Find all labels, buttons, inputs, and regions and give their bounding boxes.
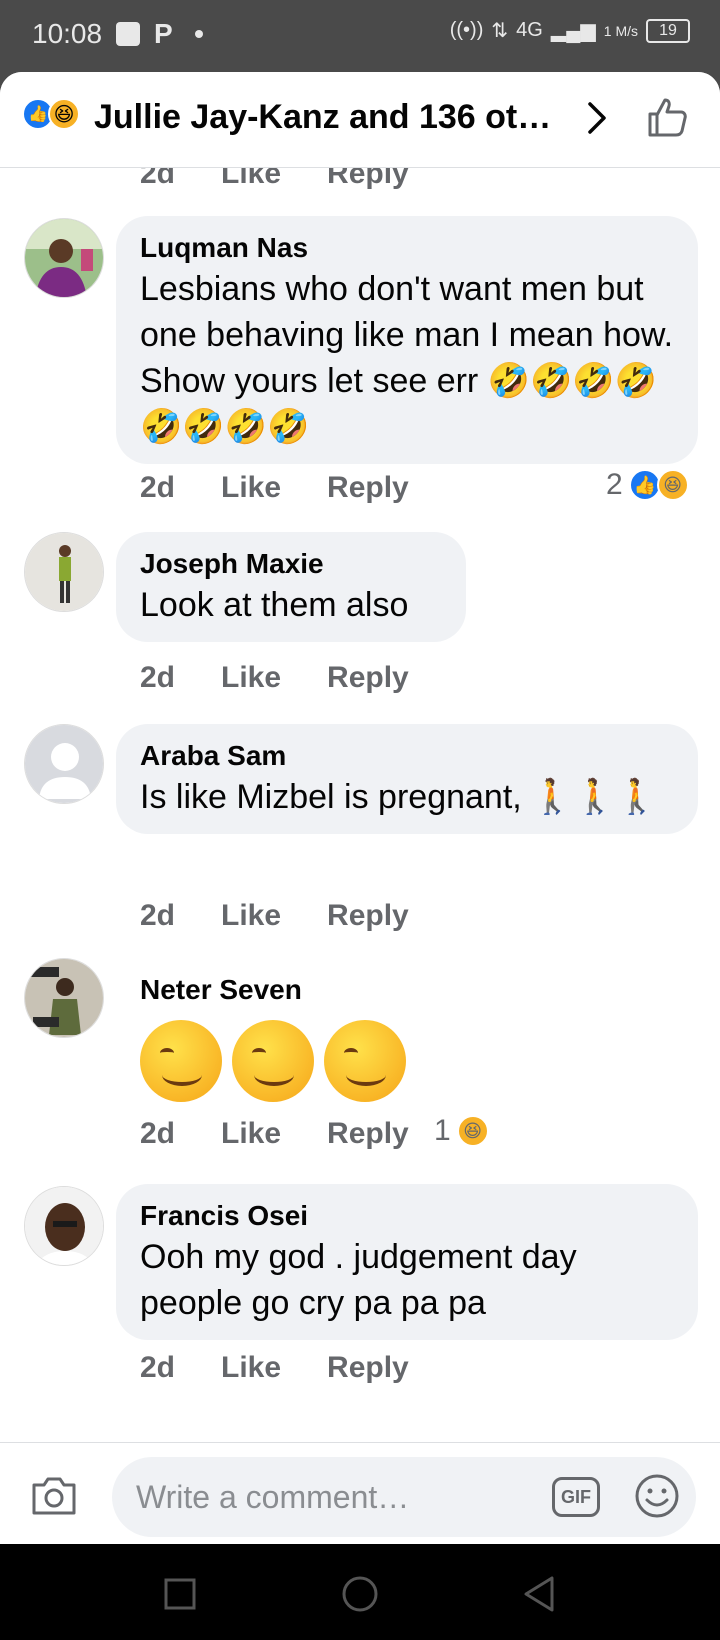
- comment-time: 2d: [140, 1117, 176, 1150]
- battery-icon: 19: [646, 18, 690, 43]
- like-link[interactable]: Like: [221, 471, 281, 505]
- like-link[interactable]: Like: [221, 168, 281, 191]
- reply-link[interactable]: Reply: [327, 471, 409, 505]
- haha-reaction-icon: 😆: [456, 1115, 489, 1147]
- status-notification-icons: P: [116, 18, 203, 49]
- chevron-right-icon[interactable]: [584, 98, 610, 138]
- comments-sheet: 👍 😆 Jullie Jay-Kanz and 136 ot… 2d Like …: [0, 72, 720, 1544]
- reply-link[interactable]: Reply: [327, 168, 409, 191]
- comment-bubble[interactable]: Joseph Maxie Look at them also: [116, 532, 466, 642]
- status-indicators: ((•)) ⇅ 4G ▂▄▆ 1 M/s 19: [450, 18, 690, 43]
- reply-link[interactable]: Reply: [327, 661, 409, 695]
- comment-time: 2d: [140, 471, 176, 504]
- yum-face-icon: [324, 1020, 406, 1102]
- commenter-name[interactable]: Araba Sam: [140, 738, 674, 774]
- comment-meta: 2d Like Reply: [140, 1114, 455, 1154]
- avatar[interactable]: [24, 218, 104, 298]
- reply-link[interactable]: Reply: [327, 899, 409, 933]
- parking-icon: P: [154, 18, 173, 49]
- yum-face-icon: [140, 1020, 222, 1102]
- comment-list[interactable]: 2d Like Reply Luqman Nas Lesbians who do…: [0, 168, 720, 1442]
- reaction-summary[interactable]: 1 😆: [434, 1114, 489, 1148]
- signal-icon: ▂▄▆: [550, 20, 596, 42]
- comment-time: 2d: [140, 1351, 176, 1384]
- reactions-header[interactable]: 👍 😆 Jullie Jay-Kanz and 136 ot…: [0, 72, 720, 168]
- commenter-name[interactable]: Luqman Nas: [140, 230, 674, 266]
- comment-bubble[interactable]: Araba Sam Is like Mizbel is pregnant, 🚶🚶…: [116, 724, 698, 834]
- comment-bubble[interactable]: Luqman Nas Lesbians who don't want men b…: [116, 216, 698, 464]
- hotspot-icon: ((•)): [449, 19, 484, 41]
- comment-bubble[interactable]: Neter Seven: [116, 958, 516, 1116]
- reply-link[interactable]: Reply: [327, 1117, 409, 1151]
- commenter-name[interactable]: Neter Seven: [140, 972, 492, 1008]
- comment-text: Look at them also: [140, 586, 409, 624]
- comment-meta: 2d Like Reply: [140, 658, 455, 698]
- comment-text: Is like Mizbel is pregnant, 🚶🚶🚶: [140, 778, 659, 816]
- emoji-only-comment: [140, 1020, 492, 1102]
- reaction-summary[interactable]: 2 👍 😆: [606, 468, 689, 502]
- like-link[interactable]: Like: [221, 661, 281, 695]
- data-transfer-icon: ⇅: [491, 20, 509, 42]
- reactors-summary[interactable]: Jullie Jay-Kanz and 136 ot…: [94, 98, 574, 137]
- avatar[interactable]: [24, 1186, 104, 1266]
- reaction-count: 2: [606, 468, 623, 501]
- comment-meta: 2d Like Reply: [140, 468, 455, 508]
- like-reaction-icon: 👍: [628, 469, 661, 501]
- comment-text: Ooh my god . judgement day people go cry…: [140, 1238, 577, 1322]
- reaction-count: 1: [434, 1114, 451, 1147]
- comment-input[interactable]: [136, 1475, 516, 1519]
- more-dot-icon: [194, 30, 203, 38]
- comment-meta: 2d Like Reply: [140, 168, 455, 194]
- comment-time: 2d: [140, 168, 176, 190]
- comment-bubble[interactable]: Francis Osei Ooh my god . judgement day …: [116, 1184, 698, 1340]
- haha-reaction-icon: 😆: [656, 469, 689, 501]
- like-link[interactable]: Like: [221, 1351, 281, 1385]
- comment-composer: GIF: [0, 1442, 720, 1544]
- battery-level: 19: [659, 21, 677, 39]
- like-link[interactable]: Like: [221, 1117, 281, 1151]
- avatar[interactable]: [24, 958, 104, 1038]
- avatar[interactable]: [24, 724, 104, 804]
- network-type: 4G: [516, 19, 543, 41]
- network-speed: 1 M/s: [603, 22, 638, 39]
- like-link[interactable]: Like: [221, 899, 281, 933]
- reply-link[interactable]: Reply: [327, 1351, 409, 1385]
- comment-text: Lesbians who don't want men but one beha…: [140, 270, 674, 446]
- yum-face-icon: [232, 1020, 314, 1102]
- status-time: 10:08: [32, 18, 103, 49]
- notification-square-icon: [116, 22, 140, 46]
- gif-label: GIF: [561, 1486, 591, 1507]
- haha-reaction-icon: 😆: [48, 98, 80, 130]
- comment-meta: 2d Like Reply: [140, 1348, 455, 1388]
- recent-apps-icon[interactable]: [160, 1574, 200, 1614]
- navigation-bar: [0, 1544, 720, 1640]
- comment-time: 2d: [140, 661, 176, 694]
- commenter-name[interactable]: Joseph Maxie: [140, 546, 442, 582]
- status-bar: 10:08 P ((•)) ⇅ 4G ▂▄▆ 1 M/s 19: [0, 0, 720, 72]
- comment-box[interactable]: GIF: [112, 1457, 696, 1537]
- back-icon[interactable]: [520, 1574, 560, 1614]
- comment-time: 2d: [140, 899, 176, 932]
- commenter-name[interactable]: Francis Osei: [140, 1198, 674, 1234]
- avatar[interactable]: [24, 532, 104, 612]
- home-icon[interactable]: [340, 1574, 380, 1614]
- camera-icon[interactable]: [30, 1473, 78, 1517]
- header-reaction-icons: 👍 😆: [22, 98, 80, 130]
- comment-meta: 2d Like Reply: [140, 896, 455, 936]
- thumbs-up-icon[interactable]: [646, 96, 688, 138]
- gif-button[interactable]: GIF: [552, 1477, 600, 1517]
- emoji-picker-icon[interactable]: [634, 1473, 680, 1519]
